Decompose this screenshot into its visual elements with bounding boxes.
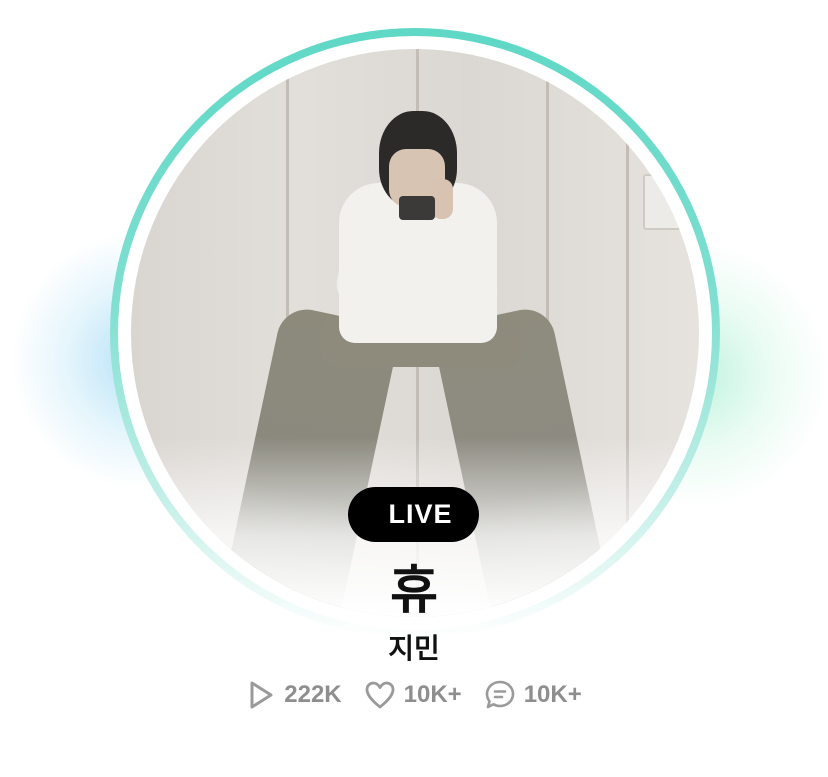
heart-icon xyxy=(364,680,396,710)
phone xyxy=(399,196,435,220)
comments-count: 10K+ xyxy=(523,681,582,708)
likes-stat: 10K+ xyxy=(364,680,462,710)
live-profile-card: LIVE 휴 지민 222K 10K+ 10K+ xyxy=(0,0,828,777)
stats-row: 222K 10K+ 10K+ xyxy=(0,676,828,714)
comment-icon xyxy=(484,679,516,711)
live-badge[interactable]: LIVE xyxy=(348,487,479,542)
wall-switch xyxy=(643,174,683,230)
profile-subtitle[interactable]: 지민 xyxy=(0,627,828,667)
likes-count: 10K+ xyxy=(403,681,462,708)
profile-title: 휴 xyxy=(390,561,438,621)
plays-stat: 222K xyxy=(246,679,342,711)
plays-count: 222K xyxy=(284,681,342,708)
comments-stat: 10K+ xyxy=(484,679,582,711)
play-icon xyxy=(246,679,276,711)
live-label: LIVE xyxy=(388,499,453,529)
